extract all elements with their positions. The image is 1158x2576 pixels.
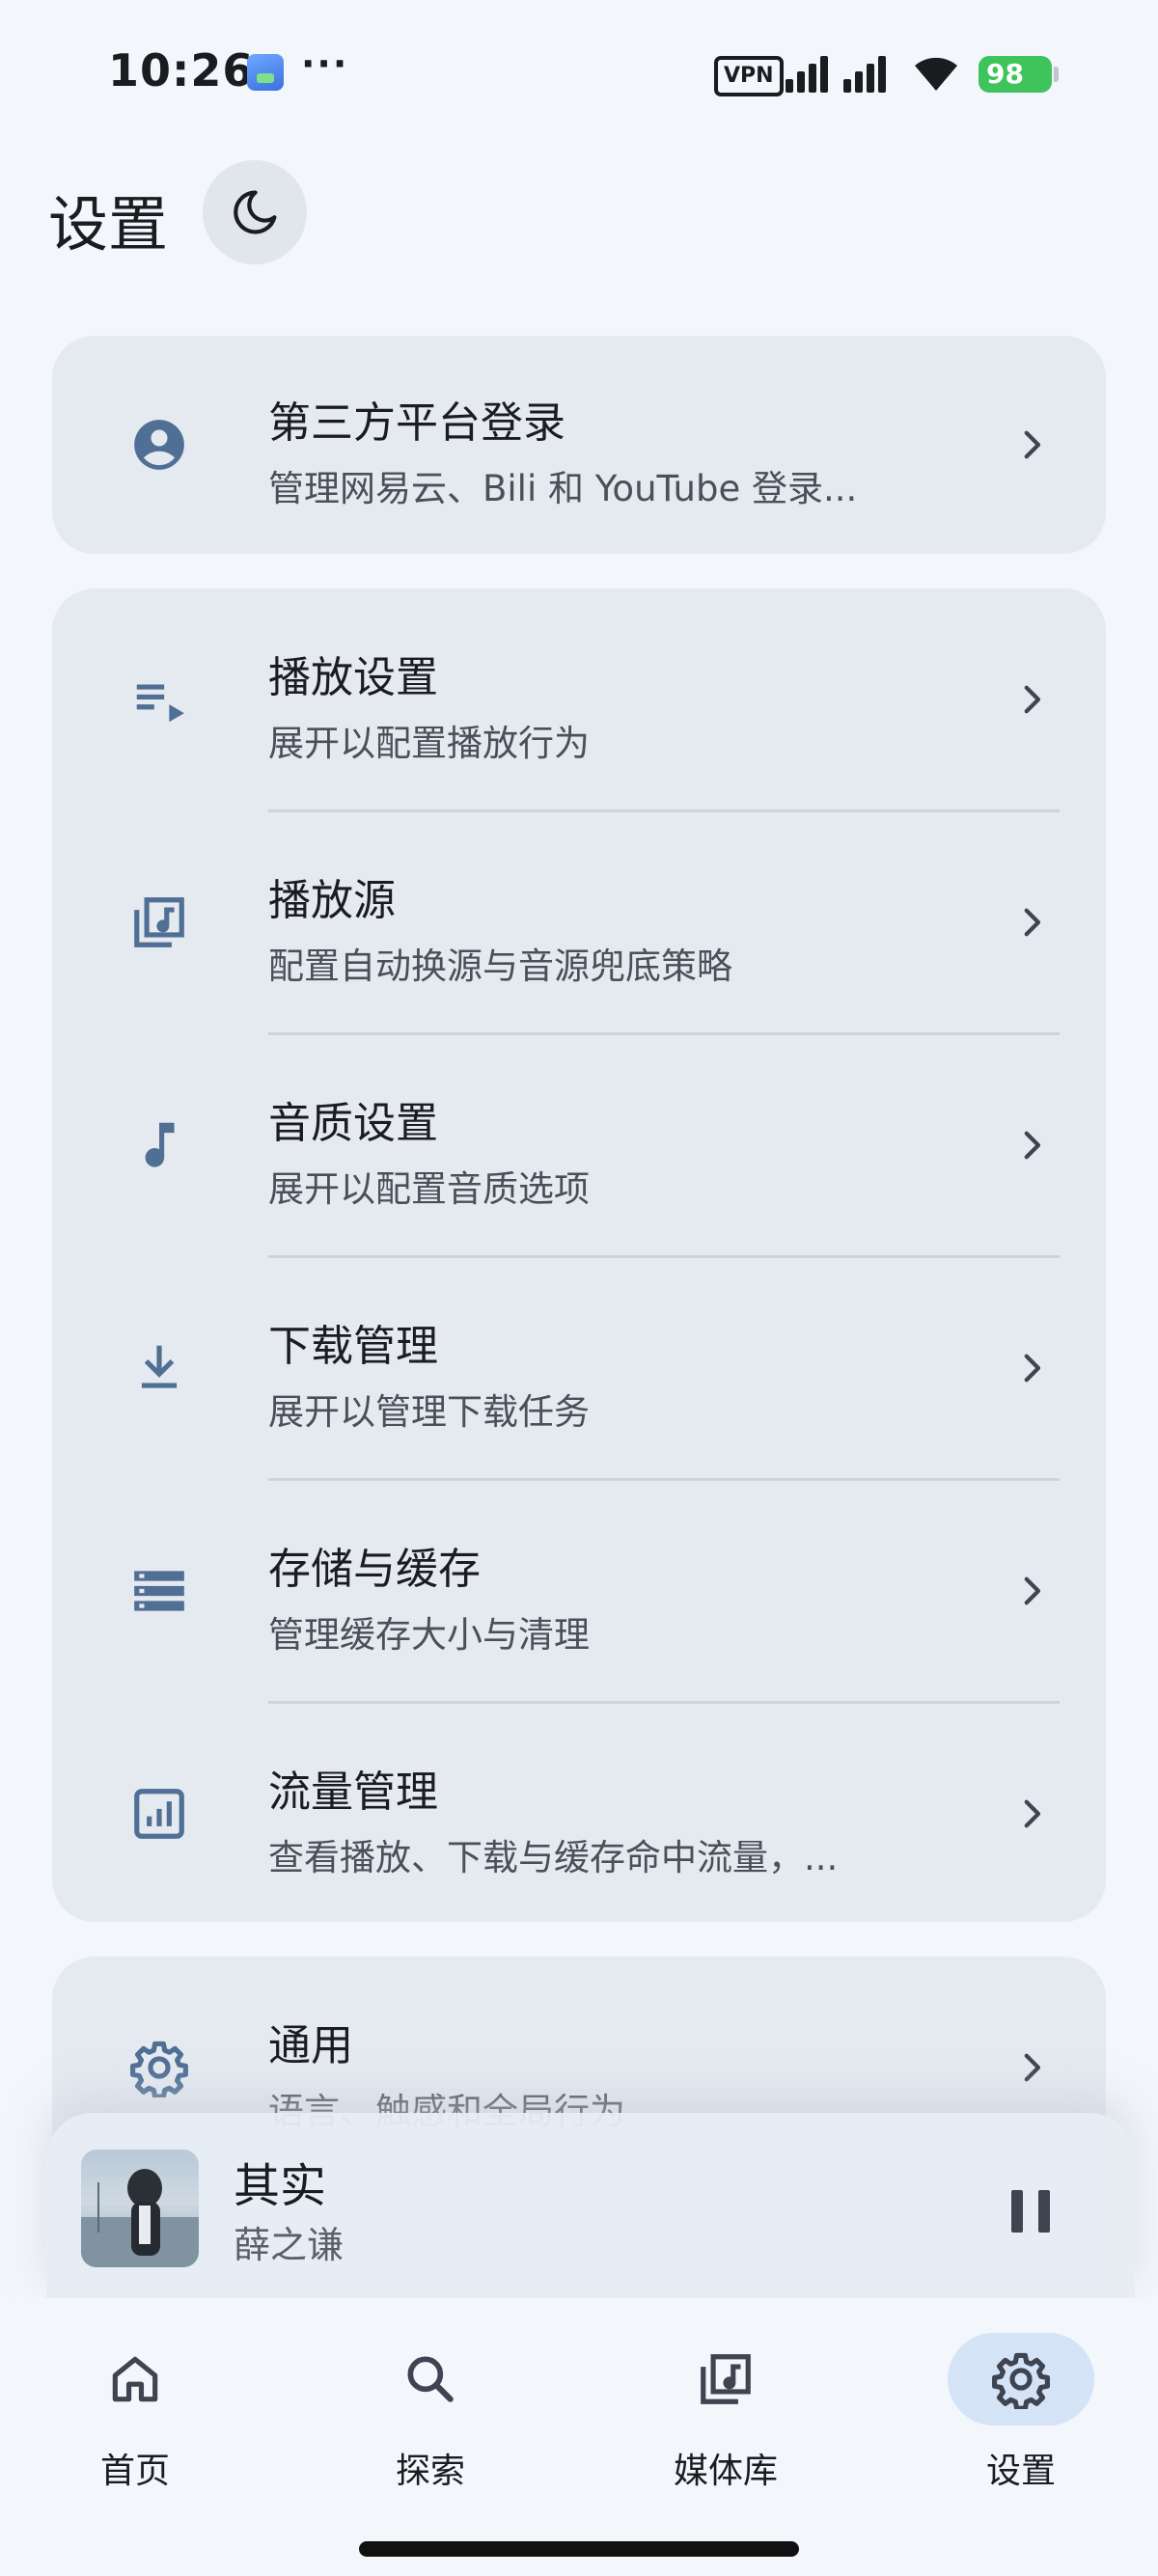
settings-item-source[interactable]: 播放源 配置自动换源与音源兜底策略 [52, 811, 1106, 1033]
status-time: 10:26 [108, 44, 255, 96]
search-icon [407, 2356, 454, 2402]
chevron-right-icon [1024, 1576, 1041, 1605]
item-title: 第三方平台登录 [268, 398, 565, 448]
nav-label: 设置 [985, 2452, 1056, 2491]
playlist-play-icon [129, 670, 189, 729]
settings-card: 播放设置 展开以配置播放行为 播放源 配置自动换源与音源兜底策略 音质设置 展开… [52, 589, 1106, 1922]
library-music-icon [129, 892, 189, 952]
moon-icon [234, 190, 277, 234]
settings-item-third-party-login[interactable]: 第三方平台登录 管理网易云、Bili 和 YouTube 登录... [52, 336, 1106, 554]
status-bar: 10:26 ··· VPN 98 [0, 0, 1158, 145]
nav-label: 媒体库 [673, 2452, 778, 2491]
chevron-right-icon [1024, 430, 1041, 459]
home-icon [112, 2356, 158, 2402]
nav-settings[interactable]: 设置 [934, 2333, 1108, 2507]
wifi-icon [915, 57, 957, 91]
item-subtitle: 展开以配置音质选项 [268, 1168, 590, 1210]
settings-item-storage[interactable]: 存储与缓存 管理缓存大小与清理 [52, 1480, 1106, 1702]
settings-item-downloads[interactable]: 下载管理 展开以管理下载任务 [52, 1257, 1106, 1479]
chevron-right-icon [1024, 2053, 1041, 2082]
item-title: 播放源 [268, 876, 396, 925]
settings-item-playback[interactable]: 播放设置 展开以配置播放行为 [52, 589, 1106, 810]
home-indicator[interactable] [359, 2541, 799, 2557]
chevron-right-icon [1024, 1131, 1041, 1160]
chevron-right-icon [1024, 908, 1041, 937]
signal-icon [786, 56, 886, 93]
pause-button[interactable] [1002, 2184, 1060, 2242]
gear-icon [129, 2038, 189, 2097]
item-title: 音质设置 [268, 1099, 438, 1148]
battery-level: 98 [986, 58, 1024, 90]
item-subtitle: 管理网易云、Bili 和 YouTube 登录... [268, 468, 858, 509]
chevron-right-icon [1024, 1799, 1041, 1828]
item-subtitle: 查看播放、下载与缓存命中流量，... [268, 1837, 839, 1878]
nav-library[interactable]: 媒体库 [639, 2333, 813, 2507]
page-title: 设置 [48, 189, 169, 260]
download-icon [129, 1338, 189, 1398]
item-subtitle: 管理缓存大小与清理 [268, 1614, 590, 1656]
settings-item-data-usage[interactable]: 流量管理 查看播放、下载与缓存命中流量，... [52, 1703, 1106, 1922]
album-cover[interactable] [81, 2150, 199, 2267]
nav-label: 探索 [395, 2452, 465, 2491]
data-usage-icon [129, 1784, 189, 1844]
storage-icon [129, 1561, 189, 1621]
nav-icon-container [357, 2333, 504, 2425]
nav-explore[interactable]: 探索 [344, 2333, 517, 2507]
item-title: 存储与缓存 [268, 1545, 481, 1594]
mini-player[interactable]: 其实 薛之谦 [46, 2113, 1135, 2298]
settings-item-audio-quality[interactable]: 音质设置 展开以配置音质选项 [52, 1034, 1106, 1256]
account-circle-icon [129, 415, 189, 475]
item-subtitle: 展开以管理下载任务 [268, 1391, 590, 1433]
gear-icon [992, 2352, 1050, 2409]
item-title: 播放设置 [268, 653, 438, 702]
bottom-navigation: 首页 探索 媒体库 设置 [0, 2298, 1158, 2576]
nav-icon-container [652, 2333, 799, 2425]
chevron-right-icon [1024, 1354, 1041, 1383]
item-title: 通用 [268, 2021, 353, 2070]
chevron-right-icon [1024, 685, 1041, 714]
item-subtitle: 配置自动换源与音源兜底策略 [268, 945, 732, 987]
battery-icon: 98 [979, 56, 1052, 93]
nav-icon-container [948, 2333, 1094, 2425]
song-artist: 薛之谦 [234, 2224, 345, 2266]
item-title: 下载管理 [268, 1322, 438, 1371]
item-subtitle: 展开以配置播放行为 [268, 723, 590, 764]
more-notifications-icon: ··· [301, 42, 349, 85]
library-music-icon [701, 2354, 751, 2404]
nav-label: 首页 [99, 2452, 170, 2491]
song-title: 其实 [234, 2159, 327, 2213]
account-card: 第三方平台登录 管理网易云、Bili 和 YouTube 登录... [52, 336, 1106, 554]
item-title: 流量管理 [268, 1768, 438, 1817]
vpn-badge: VPN [714, 56, 784, 96]
nav-icon-container [62, 2333, 208, 2425]
battery-tip [1054, 67, 1059, 82]
nav-home[interactable]: 首页 [48, 2333, 222, 2507]
app-notification-icon [247, 54, 284, 91]
theme-toggle-button[interactable] [203, 160, 307, 264]
music-note-icon [129, 1115, 189, 1175]
